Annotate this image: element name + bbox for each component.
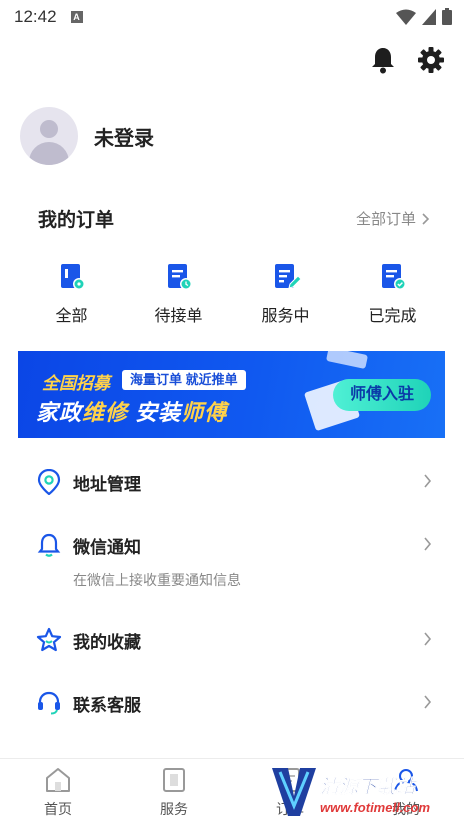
avatar-body [29, 142, 69, 165]
chevron-right-icon [424, 632, 432, 646]
watermark: 清源下载站 www.fotimell.com [270, 764, 460, 820]
nav-home[interactable]: 首页 [0, 759, 116, 824]
menu-address-label: 地址管理 [73, 474, 141, 494]
join-as-master-button[interactable]: 师傅入驻 [333, 379, 431, 411]
bell-outline-icon [36, 532, 62, 558]
chevron-right-icon [424, 537, 432, 551]
menu-wechat-notify[interactable]: 微信通知 [36, 532, 432, 558]
star-icon [36, 627, 62, 653]
avatar-head [40, 120, 58, 138]
notification-icon: A [70, 11, 83, 23]
chevron-right-icon [424, 474, 432, 488]
chevron-right-icon [424, 695, 432, 709]
nav-home-label: 首页 [44, 801, 72, 817]
nav-services-label: 服务 [160, 801, 188, 817]
battery-icon [442, 8, 452, 25]
order-in-service-icon [274, 264, 301, 289]
banner-slogan-c: 安装 [128, 400, 182, 425]
order-completed-icon [381, 264, 406, 290]
location-pin-icon [36, 469, 62, 495]
notification-bell-button[interactable] [368, 45, 398, 75]
bell-icon [372, 48, 394, 74]
banner-tag: 海量订单 就近推单 [122, 370, 246, 390]
recruitment-banner[interactable]: 全国招募 海量订单 就近推单 家政维修 安装师傅 师傅入驻 [18, 351, 445, 438]
profile-section[interactable]: 未登录 [20, 107, 154, 165]
order-status-pending-label: 待接单 [154, 308, 203, 325]
banner-slogan-a: 家政 [36, 400, 83, 425]
menu-favorites-label: 我的收藏 [73, 632, 141, 652]
order-all-icon [60, 264, 85, 290]
order-status-completed[interactable]: 已完成 [339, 262, 446, 326]
settings-button[interactable] [416, 45, 446, 75]
nav-services[interactable]: 服务 [116, 759, 232, 824]
all-orders-link[interactable]: 全部订单 [356, 208, 430, 229]
status-bar: 12:42 A [0, 0, 464, 34]
orders-header: 我的订单 全部订单 [38, 205, 430, 232]
menu-support[interactable]: 联系客服 [36, 690, 432, 716]
watermark-logo-icon [272, 768, 316, 816]
orders-title: 我的订单 [38, 210, 115, 231]
menu-wechat-label: 微信通知 [73, 537, 141, 557]
signal-icon [422, 8, 436, 25]
menu-favorites[interactable]: 我的收藏 [36, 627, 432, 653]
wifi-icon [396, 9, 416, 25]
gear-icon [418, 47, 444, 73]
watermark-url: www.fotimell.com [320, 800, 431, 815]
status-indicators [396, 8, 452, 25]
avatar[interactable] [20, 107, 78, 165]
order-status-in-service[interactable]: 服务中 [232, 262, 339, 326]
banner-slogan: 家政维修 安装师傅 [36, 395, 227, 427]
headset-icon [36, 690, 62, 716]
order-pending-icon [167, 264, 192, 290]
order-status-completed-label: 已完成 [368, 308, 417, 325]
menu-wechat-subtitle: 在微信上接收重要通知信息 [73, 572, 241, 588]
chevron-right-icon [422, 212, 430, 225]
banner-paper-decoration [325, 351, 369, 370]
watermark-name: 清源下载站 [320, 777, 416, 799]
banner-slogan-b: 维修 [82, 400, 129, 425]
status-time: 12:42 [14, 7, 57, 26]
order-status-pending[interactable]: 待接单 [125, 262, 232, 326]
all-orders-label: 全部订单 [355, 211, 416, 228]
menu-address[interactable]: 地址管理 [36, 469, 432, 495]
top-actions [368, 40, 464, 80]
login-status[interactable]: 未登录 [94, 122, 154, 151]
order-status-all-label: 全部 [55, 308, 88, 325]
home-icon [46, 768, 70, 792]
services-icon [163, 768, 185, 792]
order-status-all[interactable]: 全部 [18, 262, 125, 326]
order-status-in-service-label: 服务中 [261, 308, 310, 325]
menu-support-label: 联系客服 [73, 695, 141, 715]
banner-slogan-d: 师傅 [181, 400, 228, 425]
banner-badge: 全国招募 [42, 374, 110, 393]
order-status-row: 全部 待接单 服务中 已完成 [18, 262, 446, 326]
